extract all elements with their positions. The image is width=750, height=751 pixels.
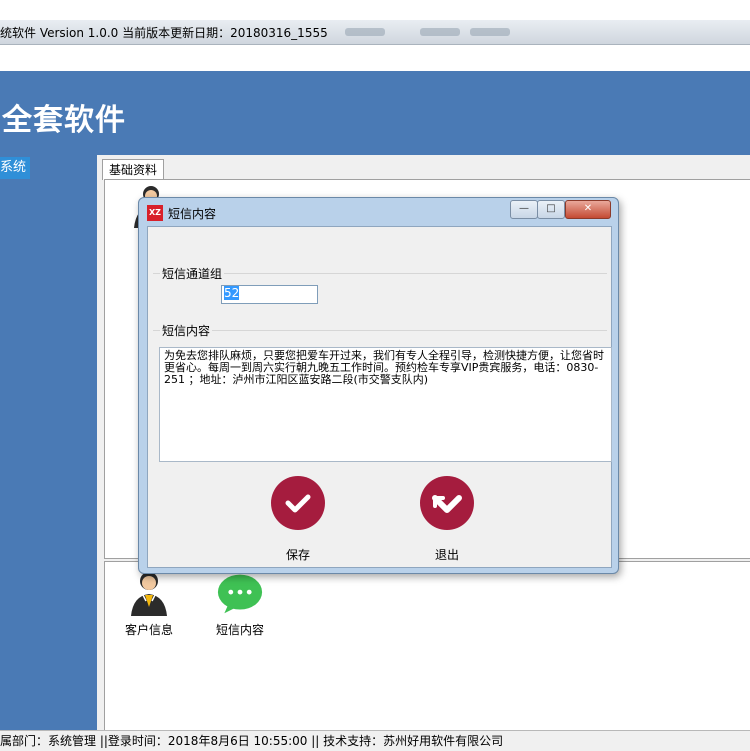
title-bar-blurred-region: [470, 28, 510, 36]
save-button-label: 保存: [285, 548, 310, 562]
window-title: 统软件 Version 1.0.0 当前版本更新日期：20180316_1555: [0, 26, 328, 40]
dialog-body: 短信通道组 52 短信内容 为免去您排队麻烦，只要您把爱车开过来，我们有专人全程…: [147, 226, 612, 568]
channel-group-input[interactable]: 52: [221, 285, 318, 304]
app-banner: 全套软件: [0, 71, 750, 155]
module-customer[interactable]: 客户信息: [114, 570, 184, 638]
toolbar-area: [0, 45, 750, 71]
checkmark-icon: [271, 476, 325, 530]
tab-basic-data[interactable]: 基础资料: [102, 159, 164, 180]
maximize-button[interactable]: □: [537, 200, 565, 219]
app-logo-icon: XZ: [147, 205, 163, 221]
save-button[interactable]: 保存: [268, 476, 328, 563]
app-banner-title: 全套软件: [2, 103, 126, 138]
dialog-title: 短信内容: [168, 207, 217, 221]
exit-button-label: 退出: [434, 548, 459, 562]
exit-arrow-icon: [420, 476, 474, 530]
module-customer-label: 客户信息: [124, 623, 173, 637]
sms-content-dialog: XZ 短信内容 — □ ✕ 短信通道组 52 短信内容 为免去您排队麻烦，只要您…: [138, 197, 619, 574]
content-group-label: 短信内容: [160, 322, 213, 339]
title-bar-blurred-region: [345, 28, 385, 36]
minimize-button[interactable]: —: [510, 200, 538, 219]
close-button[interactable]: ✕: [565, 200, 611, 219]
status-bar-text: 属部门：系统管理 ||登录时间：2018年8月6日 10:55:00 || 技术…: [0, 734, 504, 748]
title-bar-blurred-region: [420, 28, 460, 36]
module-panel-bottom: 客户信息 短信内容: [104, 561, 750, 731]
module-sms-label: 短信内容: [215, 623, 264, 637]
left-nav: 系统: [0, 155, 97, 730]
chat-bubble-icon: [217, 574, 263, 614]
dialog-title-bar[interactable]: XZ 短信内容 — □ ✕: [139, 198, 618, 226]
person-icon: [131, 572, 167, 616]
channel-group-label: 短信通道组: [160, 265, 225, 282]
status-bar: 属部门：系统管理 ||登录时间：2018年8月6日 10:55:00 || 技术…: [0, 730, 750, 751]
exit-button[interactable]: 退出: [417, 476, 477, 563]
module-sms[interactable]: 短信内容: [205, 570, 275, 638]
window-title-bar[interactable]: 统软件 Version 1.0.0 当前版本更新日期：20180316_1555: [0, 20, 750, 45]
sms-content-textarea[interactable]: 为免去您排队麻烦，只要您把爱车开过来，我们有专人全程引导，检测快捷方便，让您省时…: [159, 347, 612, 462]
nav-item-system[interactable]: 系统: [0, 157, 31, 179]
channel-group-value: 52: [224, 286, 240, 300]
